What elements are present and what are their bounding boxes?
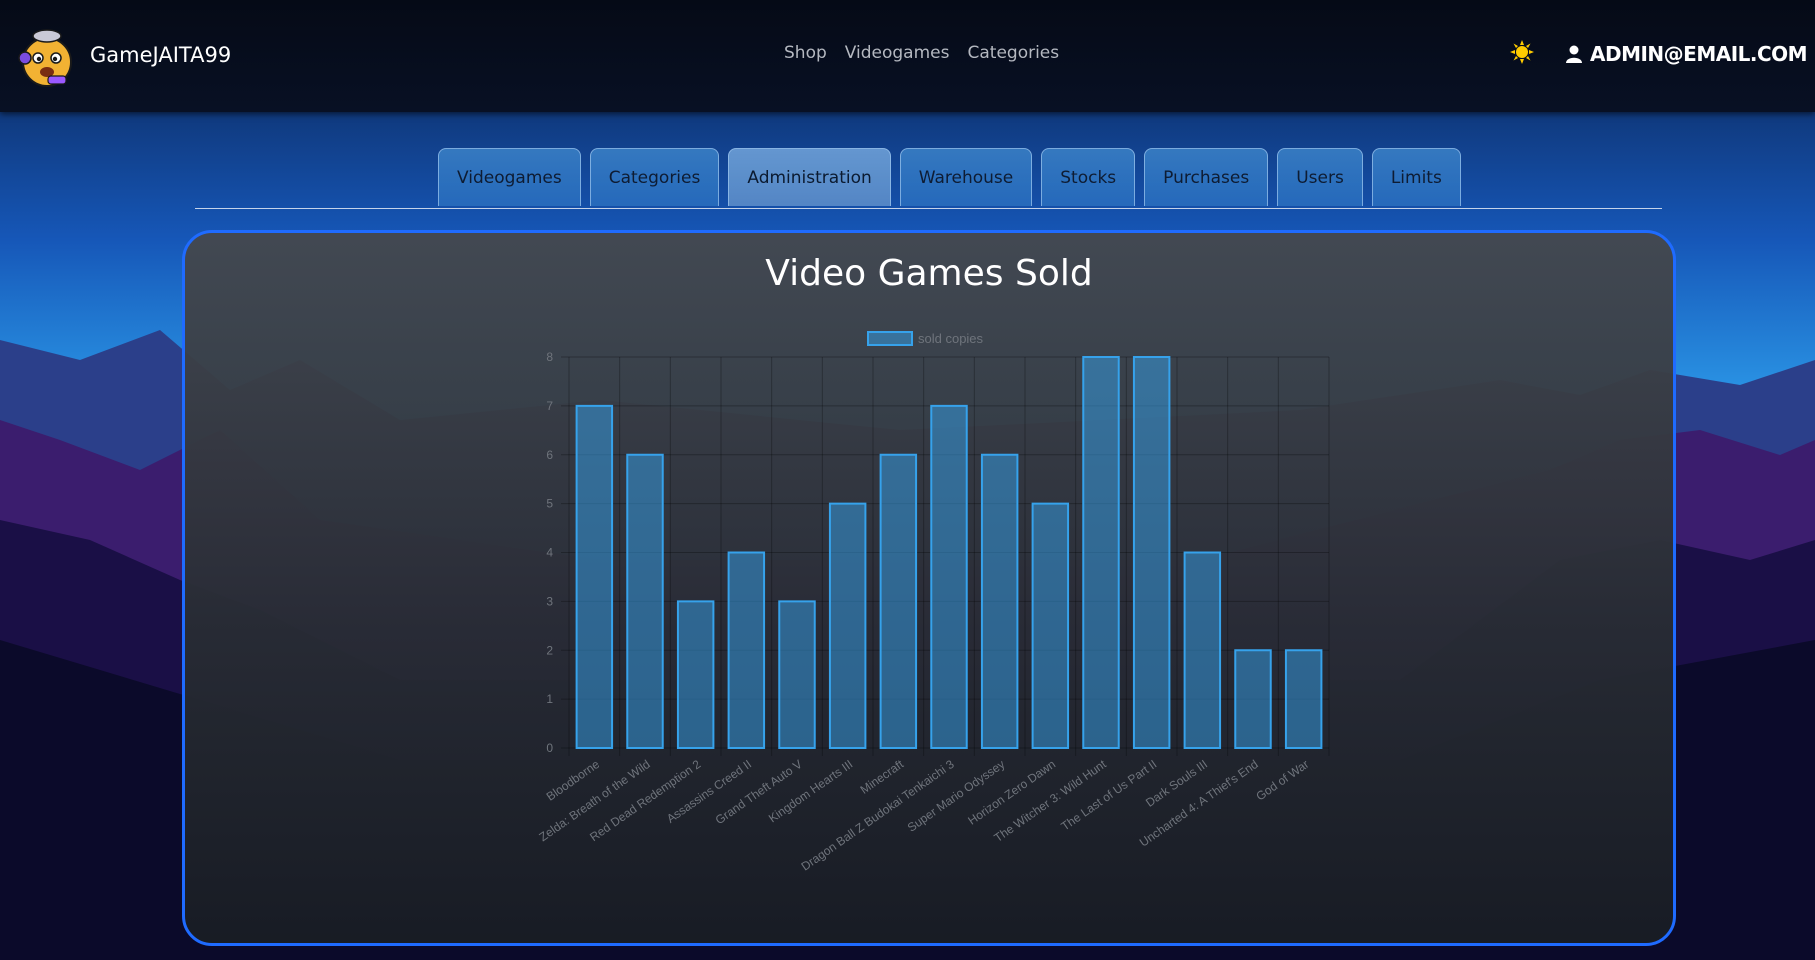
user-icon — [1566, 45, 1582, 63]
y-tick-label: 1 — [546, 692, 553, 706]
brand[interactable]: GameJAITA99 — [18, 20, 231, 90]
tab-videogames[interactable]: Videogames — [438, 148, 581, 206]
x-tick-label: Assassins Creed II — [664, 757, 754, 826]
tab-limits[interactable]: Limits — [1371, 148, 1461, 206]
user-menu-dropdown[interactable]: ADMIN@EMAIL.COM — [1566, 42, 1815, 66]
sun-icon[interactable] — [1510, 40, 1534, 64]
bar — [1132, 356, 1171, 749]
tab-categories[interactable]: Categories — [589, 148, 720, 206]
tab-users[interactable]: Users — [1277, 148, 1363, 206]
tab-stocks[interactable]: Stocks — [1041, 148, 1136, 206]
y-tick-label: 7 — [546, 399, 553, 413]
y-tick-label: 2 — [546, 643, 553, 657]
bar — [1284, 649, 1323, 749]
nav-link-videogames[interactable]: Videogames — [845, 43, 950, 63]
y-tick-label: 4 — [546, 546, 553, 560]
bar — [575, 404, 614, 749]
y-tick-label: 3 — [546, 594, 553, 608]
x-tick-label: Grand Theft Auto V — [713, 757, 805, 827]
y-tick-label: 6 — [546, 448, 553, 462]
y-tick-label: 0 — [546, 741, 553, 755]
tab-warehouse[interactable]: Warehouse — [899, 148, 1033, 206]
bar — [676, 600, 715, 749]
bar — [1234, 649, 1272, 749]
gamer-mascot-logo-icon — [18, 29, 72, 87]
x-tick-label: God of War — [1253, 757, 1311, 803]
x-tick-label: Kingdom Hearts III — [766, 757, 855, 825]
brand-name: GameJAITA99 — [90, 43, 232, 67]
bar — [1031, 502, 1070, 749]
y-tick-label: 8 — [546, 350, 553, 364]
bar — [1183, 551, 1222, 749]
bar — [626, 453, 664, 749]
legend-label: sold copies — [918, 331, 984, 346]
tab-purchases[interactable]: Purchases — [1144, 148, 1269, 206]
y-tick-label: 5 — [546, 497, 553, 511]
x-tick-label: Horizon Zero Dawn — [965, 757, 1058, 828]
bar — [828, 502, 867, 749]
sold-copies-bar-chart: 012345678sold copiesBloodborneZelda: Bre… — [536, 331, 1330, 874]
user-email: ADMIN@EMAIL.COM — [1590, 42, 1808, 66]
bar — [930, 404, 968, 749]
bar — [980, 453, 1019, 749]
top-navbar: GameJAITA99 Shop Videogames Categories A… — [0, 0, 1815, 112]
bar — [879, 453, 918, 749]
main-nav: Shop Videogames Categories — [784, 43, 1077, 63]
bar — [727, 551, 766, 749]
bar — [778, 600, 816, 749]
bar — [1082, 356, 1120, 749]
legend-swatch — [867, 331, 913, 346]
tab-administration[interactable]: Administration — [728, 148, 891, 206]
tab-row: Videogames Categories Administration War… — [438, 148, 1470, 206]
nav-link-categories[interactable]: Categories — [967, 43, 1059, 63]
admin-tabs: Videogames Categories Administration War… — [195, 148, 1662, 209]
x-tick-label: The Last of Us Part II — [1058, 757, 1159, 834]
sales-chart-panel: Video Games Sold 0 1 2 3 4 5 6 7 8 sold copies Blo… — [182, 230, 1676, 946]
nav-link-shop[interactable]: Shop — [784, 43, 827, 63]
